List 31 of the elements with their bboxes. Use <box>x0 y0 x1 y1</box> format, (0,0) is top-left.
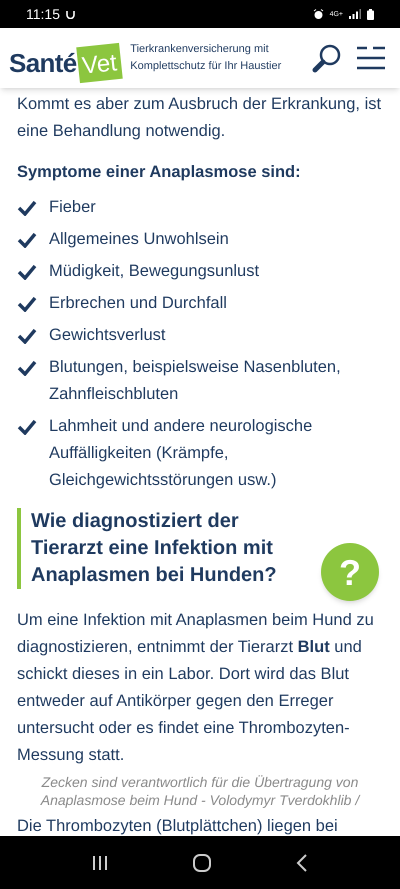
checkmark-icon <box>17 328 37 344</box>
body-paragraph: Die Thrombozyten (Blutplättchen) liegen bei <box>17 816 339 837</box>
logo[interactable]: Santé Vet <box>9 35 120 81</box>
symptom-text: Erbrechen und Durchfall <box>49 293 227 314</box>
symptoms-title: Symptome einer Anaplasmose sind: <box>17 162 302 183</box>
checkmark-icon <box>17 360 37 376</box>
symptom-text: Müdigkeit, Bewegungsunlust <box>49 261 260 282</box>
checkmark-icon <box>17 232 37 248</box>
symptom-text: Allgemeines Unwohlsein <box>49 229 229 250</box>
checkmark-icon <box>17 200 37 216</box>
symptom-text: Lahmheit und andere neurologische Auffälligkeiten (Krämpfe, Gleichgewichtsstörungen usw.) <box>49 416 314 491</box>
symptom-text: Gewichtsverlust <box>49 325 166 346</box>
image-caption: Zecken sind verantwortlich für die Übertragung von Anaplasmose beim Hund - Volodymyr Tverdokhlib / <box>39 773 362 809</box>
status-time: 11:15 <box>26 4 60 24</box>
search-icon[interactable] <box>312 43 342 73</box>
battery-icon <box>367 8 374 20</box>
back-icon[interactable] <box>296 854 308 872</box>
menu-icon[interactable] <box>356 46 386 70</box>
tagline: Tierkrankenversicherung mit Komplettschutz für Ihr Haustier <box>130 42 282 74</box>
symptom-text: Fieber <box>49 197 96 218</box>
notification-icon <box>66 10 75 18</box>
body-paragraph: Um eine Infektion mit Anaplasmen beim Hund zu diagnostizieren, entnimmt der Tierarzt Blut und schickt dieses in ein Labor. Dort wird das Blut entweder auf Antikörper gegen den Erreger untersucht oder es findet eine Thrombozyten-Messung statt. <box>17 610 375 766</box>
home-icon[interactable] <box>192 854 211 872</box>
signal-icon <box>349 9 361 19</box>
symptom-text: Blutungen, beispielsweise Nasenbluten, Zahnfleischbluten <box>49 357 342 405</box>
checkmark-icon <box>17 296 37 312</box>
recent-apps-icon[interactable] <box>92 854 108 870</box>
alarm-icon <box>312 8 324 20</box>
intro-paragraph: Kommt es aber zum Ausbruch der Erkrankung, ist eine Behandlung notwendig. <box>17 94 382 142</box>
checkmark-icon <box>17 419 37 435</box>
checkmark-icon <box>17 264 37 280</box>
